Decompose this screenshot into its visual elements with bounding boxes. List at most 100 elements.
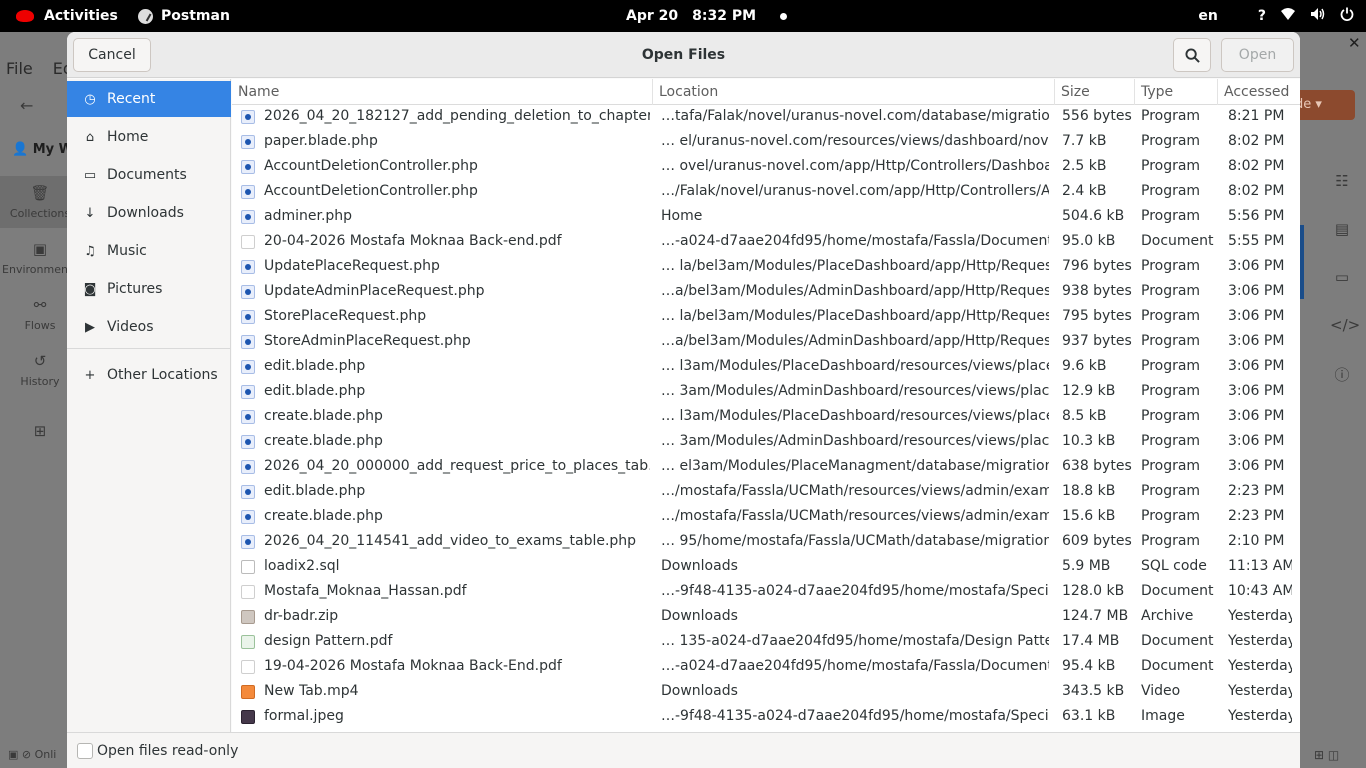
doc-icon: ▤ — [1334, 220, 1350, 238]
file-type: SQL code — [1141, 558, 1207, 574]
file-location: …-9f48-4135-a024-d7aae204fd95/home/mosta… — [661, 583, 1049, 599]
image-file-icon — [241, 710, 255, 724]
column-name[interactable]: Name — [232, 79, 653, 105]
file-row[interactable]: 2026_04_20_114541_add_video_to_exams_tab… — [232, 529, 1300, 554]
column-accessed[interactable]: Accessed — [1218, 79, 1300, 105]
open-button[interactable]: Open — [1221, 38, 1294, 72]
file-size: 8.5 kB — [1062, 408, 1107, 424]
file-row[interactable]: create.blade.php … 3am/Modules/AdminDashb… — [232, 429, 1300, 454]
file-location: …/mostafa/Fassla/UCMath/resources/views/… — [661, 483, 1049, 499]
file-accessed: Yesterday — [1228, 658, 1292, 674]
file-accessed: 11:13 AM — [1228, 558, 1292, 574]
file-location: …a/bel3am/Modules/AdminDashboard/app/Htt… — [661, 283, 1049, 299]
file-name: StoreAdminPlaceRequest.php — [264, 333, 471, 349]
file-size: 556 bytes — [1062, 108, 1132, 124]
notification-dot-icon — [780, 12, 788, 20]
file-row[interactable]: AccountDeletionController.php …/Falak/nov… — [232, 179, 1300, 204]
file-row[interactable]: create.blade.php …/mostafa/Fassla/UCMath/… — [232, 504, 1300, 529]
open-files-dialog: Open Files Cancel Open ◷ Recent ⌂ Home ▭ Docu… — [67, 32, 1300, 768]
program-file-icon — [241, 285, 255, 299]
file-type: Document — [1141, 233, 1214, 249]
app-name: Postman — [161, 8, 230, 24]
clock[interactable]: Apr 20 8:32 PM — [626, 0, 788, 32]
documents-icon: ▭ — [83, 167, 97, 183]
code-icon: </> — [1330, 316, 1361, 334]
menu-file: File — [6, 59, 33, 78]
place-other-locations[interactable]: + Other Locations — [67, 357, 231, 393]
file-size: 796 bytes — [1062, 258, 1132, 274]
file-row[interactable]: UpdateAdminPlaceRequest.php …a/bel3am/Mod… — [232, 279, 1300, 304]
document-file-icon — [241, 235, 255, 249]
file-row[interactable]: adminer.php Home 504.6 kB Program 5:56 PM — [232, 204, 1300, 229]
file-row[interactable]: AccountDeletionController.php … ovel/uran… — [232, 154, 1300, 179]
file-accessed: 3:06 PM — [1228, 258, 1285, 274]
file-size: 124.7 MB — [1062, 608, 1129, 624]
file-row[interactable]: Mostafa_Moknaa_Hassan.pdf …-9f48-4135-a02… — [232, 579, 1300, 604]
language-indicator[interactable]: en — [1198, 8, 1217, 24]
file-row[interactable]: 2026_04_20_000000_add_request_price_to_p… — [232, 454, 1300, 479]
file-row[interactable]: loadix2.sql Downloads 5.9 MB SQL code 11:13 … — [232, 554, 1300, 579]
place-documents[interactable]: ▭ Documents — [67, 157, 231, 193]
file-type: Program — [1141, 433, 1201, 449]
file-type: Program — [1141, 533, 1201, 549]
file-size: 5.9 MB — [1062, 558, 1111, 574]
file-type: Program — [1141, 258, 1201, 274]
file-size: 609 bytes — [1062, 533, 1132, 549]
sql-file-icon — [241, 560, 255, 574]
status-bar: ▣ ⊘ Onli — [8, 748, 57, 761]
file-location: Downloads — [661, 608, 738, 624]
file-type: Document — [1141, 633, 1214, 649]
file-name: edit.blade.php — [264, 483, 366, 499]
file-row[interactable]: paper.blade.php … el/uranus-novel.com/res… — [232, 129, 1300, 154]
file-location: Downloads — [661, 683, 738, 699]
file-row[interactable]: formal.jpeg …-9f48-4135-a024-d7aae204fd95… — [232, 704, 1300, 729]
file-row[interactable]: 2026_04_20_182127_add_pending_deletion_t… — [232, 104, 1300, 129]
file-name: 20-04-2026 Mostafa Moknaa Back-end.pdf — [264, 233, 562, 249]
file-row[interactable]: 19-04-2026 Mostafa Moknaa Back-End.pdf …-… — [232, 654, 1300, 679]
docs-icon: ☷ — [1335, 172, 1349, 190]
file-location: … 135-a024-d7aae204fd95/home/mostafa/Des… — [661, 633, 1049, 649]
place-downloads[interactable]: ↓ Downloads — [67, 195, 231, 231]
file-type: Archive — [1141, 608, 1194, 624]
program-file-icon — [241, 310, 255, 324]
place-music[interactable]: ♫ Music — [67, 233, 231, 269]
read-only-label[interactable]: Open files read-only — [97, 733, 238, 768]
music-icon: ♫ — [84, 243, 96, 259]
search-button[interactable] — [1173, 38, 1211, 72]
file-row[interactable]: design Pattern.pdf … 135-a024-d7aae204fd9… — [232, 629, 1300, 654]
system-tray[interactable]: en ? — [1198, 0, 1354, 32]
file-location: …a/bel3am/Modules/AdminDashboard/app/Htt… — [661, 333, 1049, 349]
file-accessed: Yesterday — [1228, 708, 1292, 724]
file-row[interactable]: StorePlaceRequest.php … la/bel3am/Modules… — [232, 304, 1300, 329]
place-videos[interactable]: ▶ Videos — [67, 309, 231, 345]
activities-button[interactable]: Activities — [16, 0, 118, 32]
column-size[interactable]: Size — [1055, 79, 1135, 105]
file-row[interactable]: edit.blade.php … 3am/Modules/AdminDashboa… — [232, 379, 1300, 404]
column-type[interactable]: Type — [1135, 79, 1218, 105]
read-only-checkbox[interactable] — [77, 743, 93, 759]
background-accent-bar — [1300, 225, 1304, 299]
column-location[interactable]: Location — [653, 79, 1055, 105]
file-size: 95.0 kB — [1062, 233, 1116, 249]
file-row[interactable]: edit.blade.php …/mostafa/Fassla/UCMath/re… — [232, 479, 1300, 504]
place-recent[interactable]: ◷ Recent — [67, 81, 231, 117]
file-type: Program — [1141, 133, 1201, 149]
postman-icon — [138, 8, 153, 24]
file-row[interactable]: New Tab.mp4 Downloads 343.5 kB Video Yesterd… — [232, 679, 1300, 704]
app-menu[interactable]: Postman — [138, 0, 230, 32]
place-home[interactable]: ⌂ Home — [67, 119, 231, 155]
file-row[interactable]: UpdatePlaceRequest.php … la/bel3am/Module… — [232, 254, 1300, 279]
place-pictures[interactable]: ◙ Pictures — [67, 271, 231, 307]
file-row[interactable]: dr-badr.zip Downloads 124.7 MB Archive Yeste… — [232, 604, 1300, 629]
file-row[interactable]: edit.blade.php … l3am/Modules/PlaceDashbo… — [232, 354, 1300, 379]
file-row[interactable]: 20-04-2026 Mostafa Moknaa Back-end.pdf …-… — [232, 229, 1300, 254]
file-size: 795 bytes — [1062, 308, 1132, 324]
file-row[interactable]: StoreAdminPlaceRequest.php …a/bel3am/Modu… — [232, 329, 1300, 354]
program-file-icon — [241, 210, 255, 224]
program-file-icon — [241, 485, 255, 499]
file-name: 2026_04_20_182127_add_pending_deletion_t… — [264, 108, 650, 124]
dialog-title: Open Files — [641, 47, 726, 63]
cancel-button[interactable]: Cancel — [73, 38, 151, 72]
file-accessed: 5:56 PM — [1228, 208, 1285, 224]
file-row[interactable]: create.blade.php … l3am/Modules/PlaceDash… — [232, 404, 1300, 429]
